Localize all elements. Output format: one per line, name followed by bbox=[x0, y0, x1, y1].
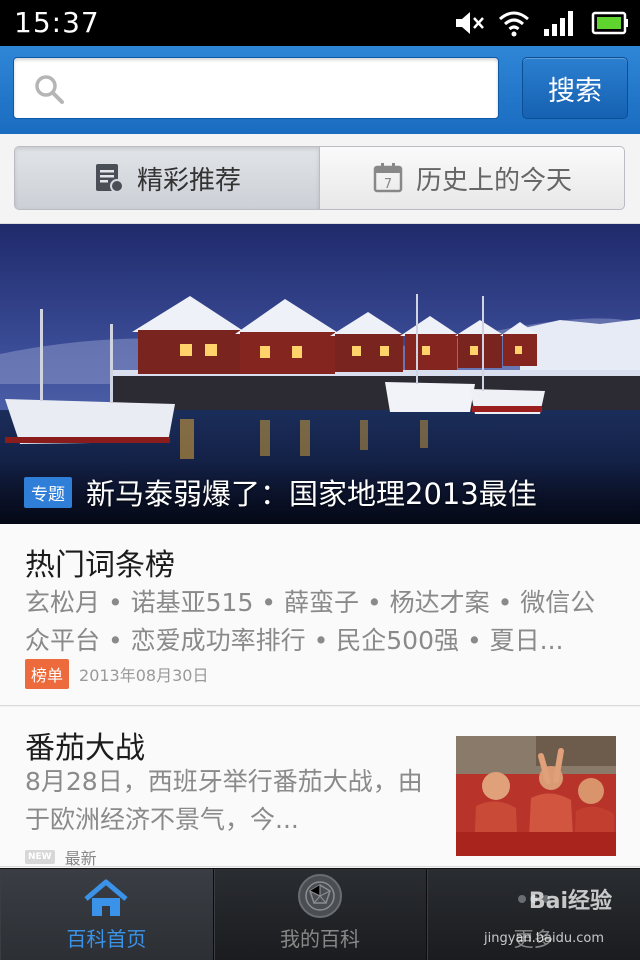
search-button[interactable]: 搜索 bbox=[522, 57, 628, 119]
search-header: 搜索 bbox=[0, 46, 640, 134]
nav-home[interactable]: 百科首页 bbox=[0, 869, 214, 960]
wifi-icon bbox=[499, 11, 529, 37]
item-description: 玄松月 • 诺基亚515 • 薛蛮子 • 杨达才案 • 微信公众平台 • 恋爱成… bbox=[25, 588, 596, 655]
watermark-logo: Bai经验 bbox=[528, 889, 613, 914]
featured-banner[interactable]: 专题 新马泰弱爆了：国家地理2013最佳 bbox=[0, 224, 640, 524]
tab-history-today[interactable]: 7 历史上的今天 bbox=[320, 147, 624, 209]
banner-title: 新马泰弱爆了：国家地理2013最佳 bbox=[86, 477, 537, 511]
list-item-hot-terms[interactable]: 热门词条榜 玄松月 • 诺基亚515 • 薛蛮子 • 杨达才案 • 微信公众平台… bbox=[0, 524, 640, 706]
search-box[interactable] bbox=[13, 57, 499, 119]
search-icon bbox=[35, 75, 64, 104]
rank-badge: 榜单 bbox=[25, 659, 70, 689]
item-meta: NEW 最新 bbox=[25, 845, 97, 869]
status-icons bbox=[454, 8, 630, 38]
status-bar: 15:37 bbox=[0, 0, 640, 46]
list-item-tomato-fight[interactable]: 番茄大战 8月28日，西班牙举行番茄大战，由于欧洲经济不景气，今... NEW … bbox=[0, 707, 640, 869]
battery-icon bbox=[591, 11, 628, 35]
nav-my-baike-label: 我的百科 bbox=[280, 927, 360, 951]
item-title: 热门词条榜 bbox=[25, 548, 175, 583]
mute-icon bbox=[456, 12, 484, 34]
calendar-day: 7 bbox=[384, 177, 392, 192]
item-date: 2013年08月30日 bbox=[79, 666, 209, 685]
signal-icon bbox=[544, 11, 573, 36]
tab-bar-wrap: 精彩推荐 7 历史上的今天 bbox=[0, 134, 640, 224]
globe-icon bbox=[298, 874, 342, 918]
item-meta: 榜单 2013年08月30日 bbox=[25, 659, 208, 689]
item-latest-label: 最新 bbox=[64, 849, 97, 868]
nav-my-baike[interactable]: 我的百科 bbox=[214, 869, 428, 960]
watermark-url: jingyan.baidu.com bbox=[484, 931, 605, 946]
tab-bar: 精彩推荐 7 历史上的今天 bbox=[14, 146, 625, 210]
tab-featured[interactable]: 精彩推荐 bbox=[15, 147, 320, 209]
tab-featured-label: 精彩推荐 bbox=[136, 165, 241, 196]
nav-home-label: 百科首页 bbox=[66, 927, 147, 951]
status-time: 15:37 bbox=[14, 6, 100, 39]
item-thumbnail bbox=[456, 736, 616, 856]
search-input[interactable] bbox=[76, 66, 486, 110]
banner-caption: 专题 新马泰弱爆了：国家地理2013最佳 bbox=[0, 460, 640, 524]
calendar-icon: 7 bbox=[373, 163, 403, 193]
item-description: 8月28日，西班牙举行番茄大战，由于欧洲经济不景气，今... bbox=[25, 767, 423, 834]
new-badge: NEW bbox=[25, 850, 55, 864]
item-title: 番茄大战 bbox=[25, 731, 145, 766]
home-icon bbox=[84, 879, 128, 916]
tab-history-today-label: 历史上的今天 bbox=[415, 165, 572, 196]
topic-tag: 专题 bbox=[24, 476, 72, 508]
document-icon bbox=[95, 164, 124, 193]
bottom-nav: 百科首页 我的百科 更多 Bai经验 jingyan.baidu.com bbox=[0, 868, 640, 960]
nav-more[interactable]: 更多 Bai经验 jingyan.baidu.com bbox=[427, 869, 640, 960]
